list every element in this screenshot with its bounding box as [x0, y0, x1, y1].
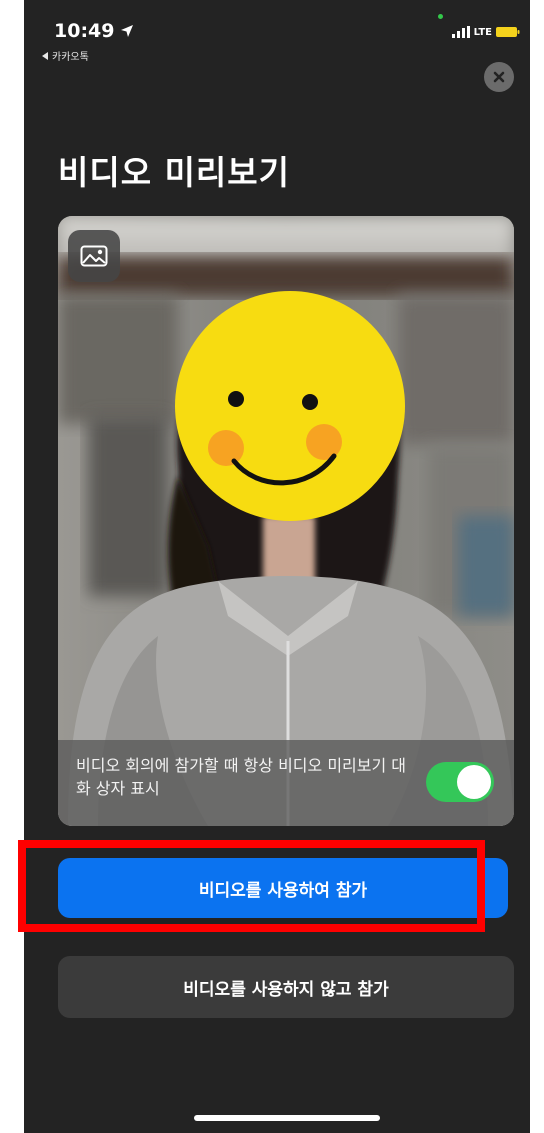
always-show-preview-label: 비디오 회의에 참가할 때 항상 비디오 미리보기 대화 상자 표시	[76, 756, 407, 798]
video-preview-screen: 10:49 카카오톡 LTE 비디오 미리보기 비디오 회의에 참가할 때 항상…	[24, 0, 530, 1133]
toggle-knob	[457, 765, 491, 799]
camera-feed-image	[58, 216, 514, 826]
location-arrow-icon	[121, 25, 134, 37]
back-to-app[interactable]: 카카오톡	[42, 48, 89, 63]
close-button[interactable]	[484, 62, 514, 92]
page-title: 비디오 미리보기	[58, 153, 291, 192]
status-time-text: 10:49	[54, 20, 115, 42]
gallery-icon	[80, 245, 108, 267]
highlight-annotation-box	[18, 840, 485, 932]
mic-indicator-dot	[438, 14, 443, 19]
close-icon	[493, 71, 505, 83]
network-label: LTE	[473, 26, 492, 38]
always-show-preview-toggle[interactable]	[426, 762, 494, 802]
home-indicator[interactable]	[194, 1115, 380, 1121]
join-without-video-button[interactable]: 비디오를 사용하지 않고 참가	[58, 956, 514, 1018]
battery-icon	[496, 27, 520, 37]
signal-bars-icon	[451, 26, 470, 38]
status-right: LTE	[451, 26, 520, 38]
camera-preview: 비디오 회의에 참가할 때 항상 비디오 미리보기 대화 상자 표시	[58, 216, 514, 826]
background-gallery-button[interactable]	[68, 230, 120, 282]
always-show-preview-row: 비디오 회의에 참가할 때 항상 비디오 미리보기 대화 상자 표시	[58, 740, 514, 826]
status-time: 10:49	[54, 20, 134, 42]
back-app-label: 카카오톡	[52, 52, 89, 63]
back-arrow-icon	[42, 51, 48, 60]
